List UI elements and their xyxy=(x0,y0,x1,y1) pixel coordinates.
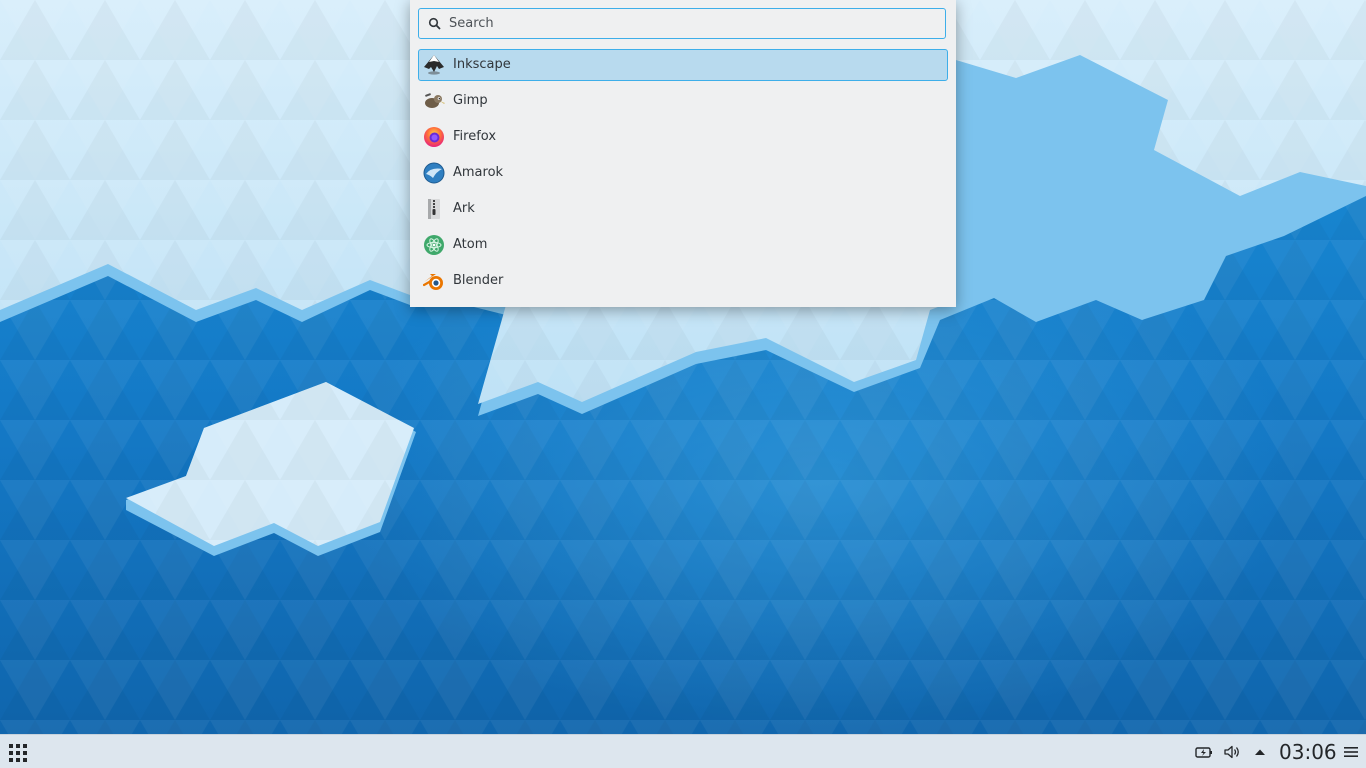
battery-charging-icon[interactable] xyxy=(1195,743,1213,761)
app-item-ark[interactable]: Ark xyxy=(418,193,948,225)
search-field[interactable] xyxy=(418,8,946,39)
app-label: Inkscape xyxy=(453,57,511,72)
gimp-icon xyxy=(425,93,445,108)
taskbar: 03:06 xyxy=(0,734,1366,768)
app-item-firefox[interactable]: Firefox xyxy=(418,121,948,153)
ark-icon xyxy=(428,199,440,219)
inkscape-icon xyxy=(424,55,444,75)
blender-icon xyxy=(423,274,443,290)
app-grid-icon[interactable] xyxy=(8,743,28,763)
application-launcher-popup: Inkscape Gimp xyxy=(410,0,956,307)
app-item-amarok[interactable]: Amarok xyxy=(418,157,948,189)
app-label: Firefox xyxy=(453,129,497,144)
app-label: Atom xyxy=(453,237,488,252)
volume-icon[interactable] xyxy=(1223,743,1241,761)
app-item-atom[interactable]: Atom xyxy=(418,229,948,261)
app-item-gimp[interactable]: Gimp xyxy=(418,85,948,117)
app-label: Ark xyxy=(453,201,475,216)
amarok-icon xyxy=(423,162,445,184)
app-label: Gimp xyxy=(453,93,488,108)
app-item-inkscape[interactable]: Inkscape xyxy=(418,49,948,81)
search-icon xyxy=(428,17,441,30)
app-label: Amarok xyxy=(453,165,504,180)
app-label: Blender xyxy=(453,273,504,288)
atom-icon xyxy=(424,235,444,255)
clock[interactable]: 03:06 xyxy=(1279,740,1337,764)
search-input[interactable] xyxy=(449,9,929,38)
firefox-icon xyxy=(424,127,444,147)
app-list: Inkscape Gimp Firefox Amarok Ark Atom Bl… xyxy=(418,49,948,301)
hamburger-menu-icon[interactable] xyxy=(1342,743,1360,761)
app-item-blender[interactable]: Blender xyxy=(418,265,948,297)
desktop: Inkscape Gimp xyxy=(0,0,1366,768)
tray-expand-icon[interactable] xyxy=(1251,743,1269,761)
